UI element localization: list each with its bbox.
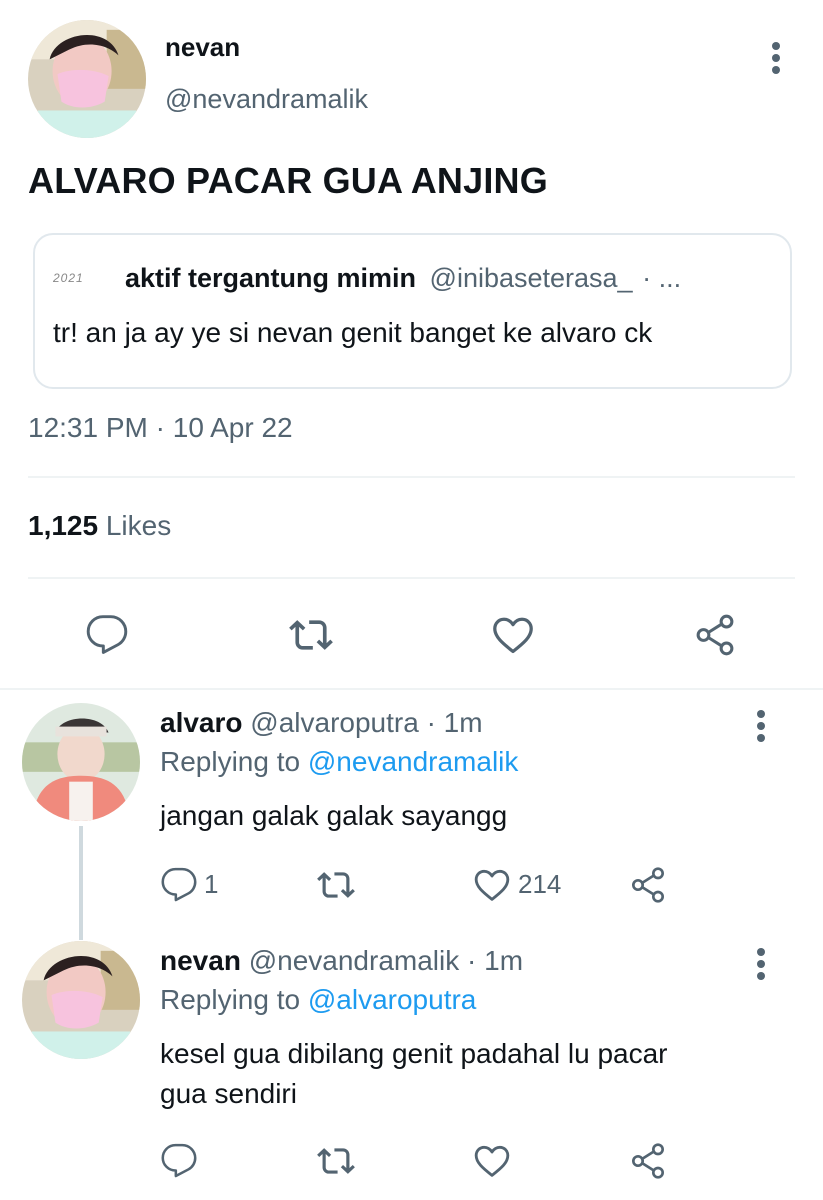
separator: ·: [155, 412, 165, 443]
display-name[interactable]: alvaro: [160, 707, 243, 738]
more-vertical-icon[interactable]: [749, 706, 773, 746]
reply-icon[interactable]: [160, 1142, 198, 1180]
reply-text-line-1: kesel gua dibilang genit padahal lu paca…: [160, 1038, 668, 1069]
quoted-text: tr! an ja ay ye si nevan genit banget ke…: [53, 317, 653, 348]
quoted-display-name: aktif tergantung mimin: [125, 263, 417, 293]
divider: [28, 577, 795, 579]
tweet-date[interactable]: 10 Apr 22: [173, 412, 293, 443]
avatar[interactable]: [28, 20, 146, 138]
reply-text: jangan galak galak sayangg: [160, 800, 508, 831]
tweet-time[interactable]: 12:31 PM: [28, 412, 148, 443]
thread-line: [79, 826, 83, 940]
avatar[interactable]: [22, 941, 140, 1059]
quoted-avatar: 2021: [53, 271, 84, 285]
tweet-text: ALVARO PACAR GUA ANJING: [28, 160, 548, 201]
reply-text-line-2: gua sendiri: [160, 1078, 297, 1109]
more-vertical-icon[interactable]: [749, 944, 773, 984]
quoted-ellipsis: · ...: [642, 263, 682, 293]
tweet-age: · 1m: [467, 945, 524, 976]
retweet-icon[interactable]: [315, 1142, 357, 1180]
likes-label: Likes: [105, 510, 172, 541]
like-icon[interactable]: [472, 1141, 512, 1181]
likes-stat[interactable]: 1,125 Likes: [28, 510, 171, 542]
share-icon[interactable]: [692, 612, 738, 658]
replying-label: Replying to: [160, 746, 301, 777]
handle[interactable]: @nevandramalik: [249, 945, 460, 976]
replying-to-link[interactable]: @alvaroputra: [308, 984, 477, 1015]
like-count: 214: [518, 869, 562, 899]
share-icon[interactable]: [628, 865, 668, 905]
likes-count: 1,125: [28, 510, 99, 541]
avatar[interactable]: [22, 703, 140, 821]
replying-label: Replying to: [160, 984, 301, 1015]
tweet-age: · 1m: [426, 707, 483, 738]
reply-icon[interactable]: [160, 866, 198, 904]
more-vertical-icon[interactable]: [764, 38, 788, 78]
quoted-handle: @inibaseterasa_: [429, 263, 633, 293]
display-name[interactable]: nevan: [160, 945, 241, 976]
retweet-icon[interactable]: [287, 613, 335, 657]
divider: [0, 688, 823, 690]
share-icon[interactable]: [628, 1141, 668, 1181]
like-icon[interactable]: [490, 612, 536, 658]
handle[interactable]: @nevandramalik: [165, 84, 368, 115]
reply-count: 1: [204, 869, 219, 899]
reply-icon[interactable]: [85, 613, 129, 657]
replying-to-link[interactable]: @nevandramalik: [308, 746, 519, 777]
handle[interactable]: @alvaroputra: [250, 707, 419, 738]
display-name[interactable]: nevan: [165, 32, 240, 63]
divider: [28, 476, 795, 478]
like-icon[interactable]: [472, 865, 512, 905]
quoted-tweet[interactable]: 2021 aktif tergantung mimin @inibasetera…: [33, 233, 792, 389]
retweet-icon[interactable]: [315, 866, 357, 904]
